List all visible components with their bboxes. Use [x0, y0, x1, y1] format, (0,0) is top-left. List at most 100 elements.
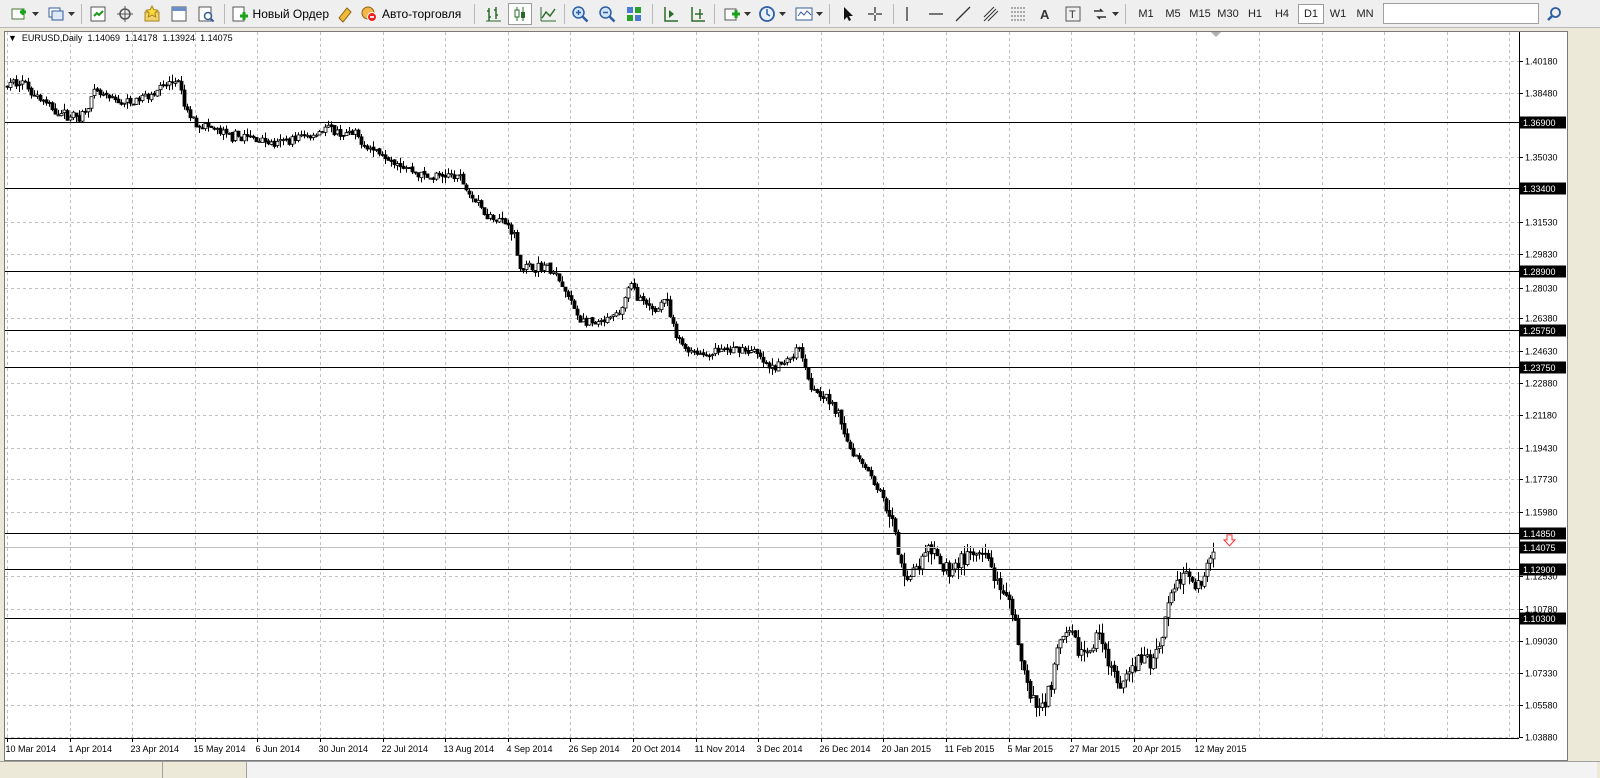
x-tick-label: 30 Jun 2014 [319, 744, 369, 754]
text-label-button[interactable]: T [1062, 3, 1084, 25]
fibonacci-button[interactable] [1007, 3, 1029, 25]
horizontal-line-button[interactable] [925, 3, 947, 25]
candle-bull [344, 132, 349, 136]
trendline-button[interactable] [952, 3, 974, 25]
templates-button[interactable] [793, 3, 815, 25]
candle-bear [188, 109, 193, 119]
candle-bear [818, 391, 823, 398]
candle-bear [941, 563, 946, 572]
indicators-button[interactable] [721, 3, 743, 25]
line-chart-button[interactable] [537, 3, 559, 25]
dropdown-arrow-icon [31, 11, 39, 16]
chart-window[interactable]: 10 Mar 2014 1 Apr 2014 23 Apr 2014 15 May 2… [4, 31, 1568, 761]
candle-bull [1208, 557, 1213, 564]
timeframe-m5-button[interactable]: M5 [1160, 4, 1186, 24]
candle-bear [827, 394, 832, 405]
candle-bear [401, 165, 406, 169]
candle-bear [1100, 632, 1105, 645]
candle-bear [464, 184, 469, 191]
timeframe-h4-button[interactable]: H4 [1269, 4, 1295, 24]
candle-bull [446, 173, 451, 178]
candle-bull [1166, 602, 1171, 618]
bar-chart-button[interactable] [482, 3, 504, 25]
cursor-button[interactable] [837, 3, 859, 25]
candle-bull [932, 548, 937, 554]
horizontal-line-icon [929, 13, 943, 15]
candle-bull [203, 123, 208, 130]
crosshair-button[interactable] [864, 3, 886, 25]
text-tool-button[interactable]: A [1034, 3, 1056, 25]
vertical-line-button[interactable] [898, 3, 916, 25]
candle-bull [326, 124, 331, 128]
candle-bull [353, 129, 358, 135]
candle-bear [704, 354, 709, 357]
profiles-dropdown[interactable] [67, 3, 75, 25]
candle-bull [1091, 647, 1096, 652]
candle-bear [644, 299, 649, 305]
candle-bull [1196, 580, 1201, 590]
timeframe-h1-button[interactable]: H1 [1242, 4, 1268, 24]
timeframe-d1-button[interactable]: D1 [1298, 4, 1324, 24]
templates-dropdown[interactable] [815, 3, 823, 25]
auto-trading-button[interactable]: Авто-торговля [360, 3, 468, 25]
navigator-button[interactable] [114, 3, 136, 25]
candle-bear [113, 96, 118, 101]
candle-bear [971, 551, 976, 556]
candle-bear [77, 115, 82, 122]
search-button[interactable] [1543, 3, 1565, 25]
equidistant-channel-button[interactable] [980, 3, 1002, 25]
candle-bear [758, 352, 763, 357]
strategy-tester-button[interactable] [195, 3, 217, 25]
x-tick-label: 26 Sep 2014 [569, 744, 620, 754]
cursor-arrow-icon [844, 7, 853, 21]
candle-bull [749, 350, 754, 353]
periods-button[interactable] [756, 3, 778, 25]
line-chart-icon [540, 7, 556, 22]
chart-shift-button[interactable] [686, 3, 708, 25]
candlestick-chart-button[interactable] [508, 3, 532, 25]
x-tick-label: 22 Jul 2014 [382, 744, 429, 754]
arrows-button[interactable] [1089, 3, 1111, 25]
timeframe-mn-button[interactable]: MN [1352, 4, 1378, 24]
timeframe-m30-button[interactable]: M30 [1215, 4, 1241, 24]
candle-bear [398, 163, 403, 168]
candle-bull [305, 134, 310, 137]
new-chart-dropdown[interactable] [31, 3, 39, 25]
candle-bear [722, 348, 727, 351]
favorites-button[interactable] [141, 3, 163, 25]
profiles-button[interactable] [45, 3, 67, 25]
metaeditor-button[interactable] [334, 3, 356, 25]
candle-bear [578, 315, 583, 323]
timeframe-w1-button[interactable]: W1 [1325, 4, 1351, 24]
candle-bull [524, 263, 529, 270]
timeframe-m15-button[interactable]: M15 [1187, 4, 1213, 24]
candle-bull [143, 93, 148, 97]
zoom-in-button[interactable] [569, 3, 591, 25]
candle-bull [914, 566, 919, 570]
zoom-out-button[interactable] [596, 3, 618, 25]
tile-windows-button[interactable] [623, 3, 645, 25]
search-input[interactable] [1383, 3, 1539, 24]
svg-text:T: T [1069, 9, 1076, 21]
market-watch-button[interactable] [87, 3, 109, 25]
price-chart[interactable]: 10 Mar 2014 1 Apr 2014 23 Apr 2014 15 May 2… [5, 32, 1567, 760]
candle-bull [347, 130, 352, 133]
terminal-button[interactable] [168, 3, 190, 25]
chart-symbol: EURUSD,Daily [21, 33, 83, 43]
candle-bull [1088, 649, 1093, 653]
chart-tab[interactable] [162, 762, 248, 778]
candle-bear [1013, 614, 1018, 621]
candle-bull [11, 79, 16, 83]
arrows-dropdown[interactable] [1111, 3, 1119, 25]
auto-scroll-button[interactable] [659, 3, 681, 25]
timeframe-m1-button[interactable]: M1 [1133, 4, 1159, 24]
new-order-button[interactable]: Новый Ордер [231, 3, 329, 25]
candle-bear [680, 338, 685, 345]
candle-bear [1049, 684, 1054, 690]
candle-bear [956, 563, 961, 569]
indicators-dropdown[interactable] [743, 3, 751, 25]
chart-shift-icon [691, 7, 705, 22]
candle-bear [560, 281, 565, 287]
periods-dropdown[interactable] [778, 3, 786, 25]
new-chart-button[interactable] [8, 3, 30, 25]
